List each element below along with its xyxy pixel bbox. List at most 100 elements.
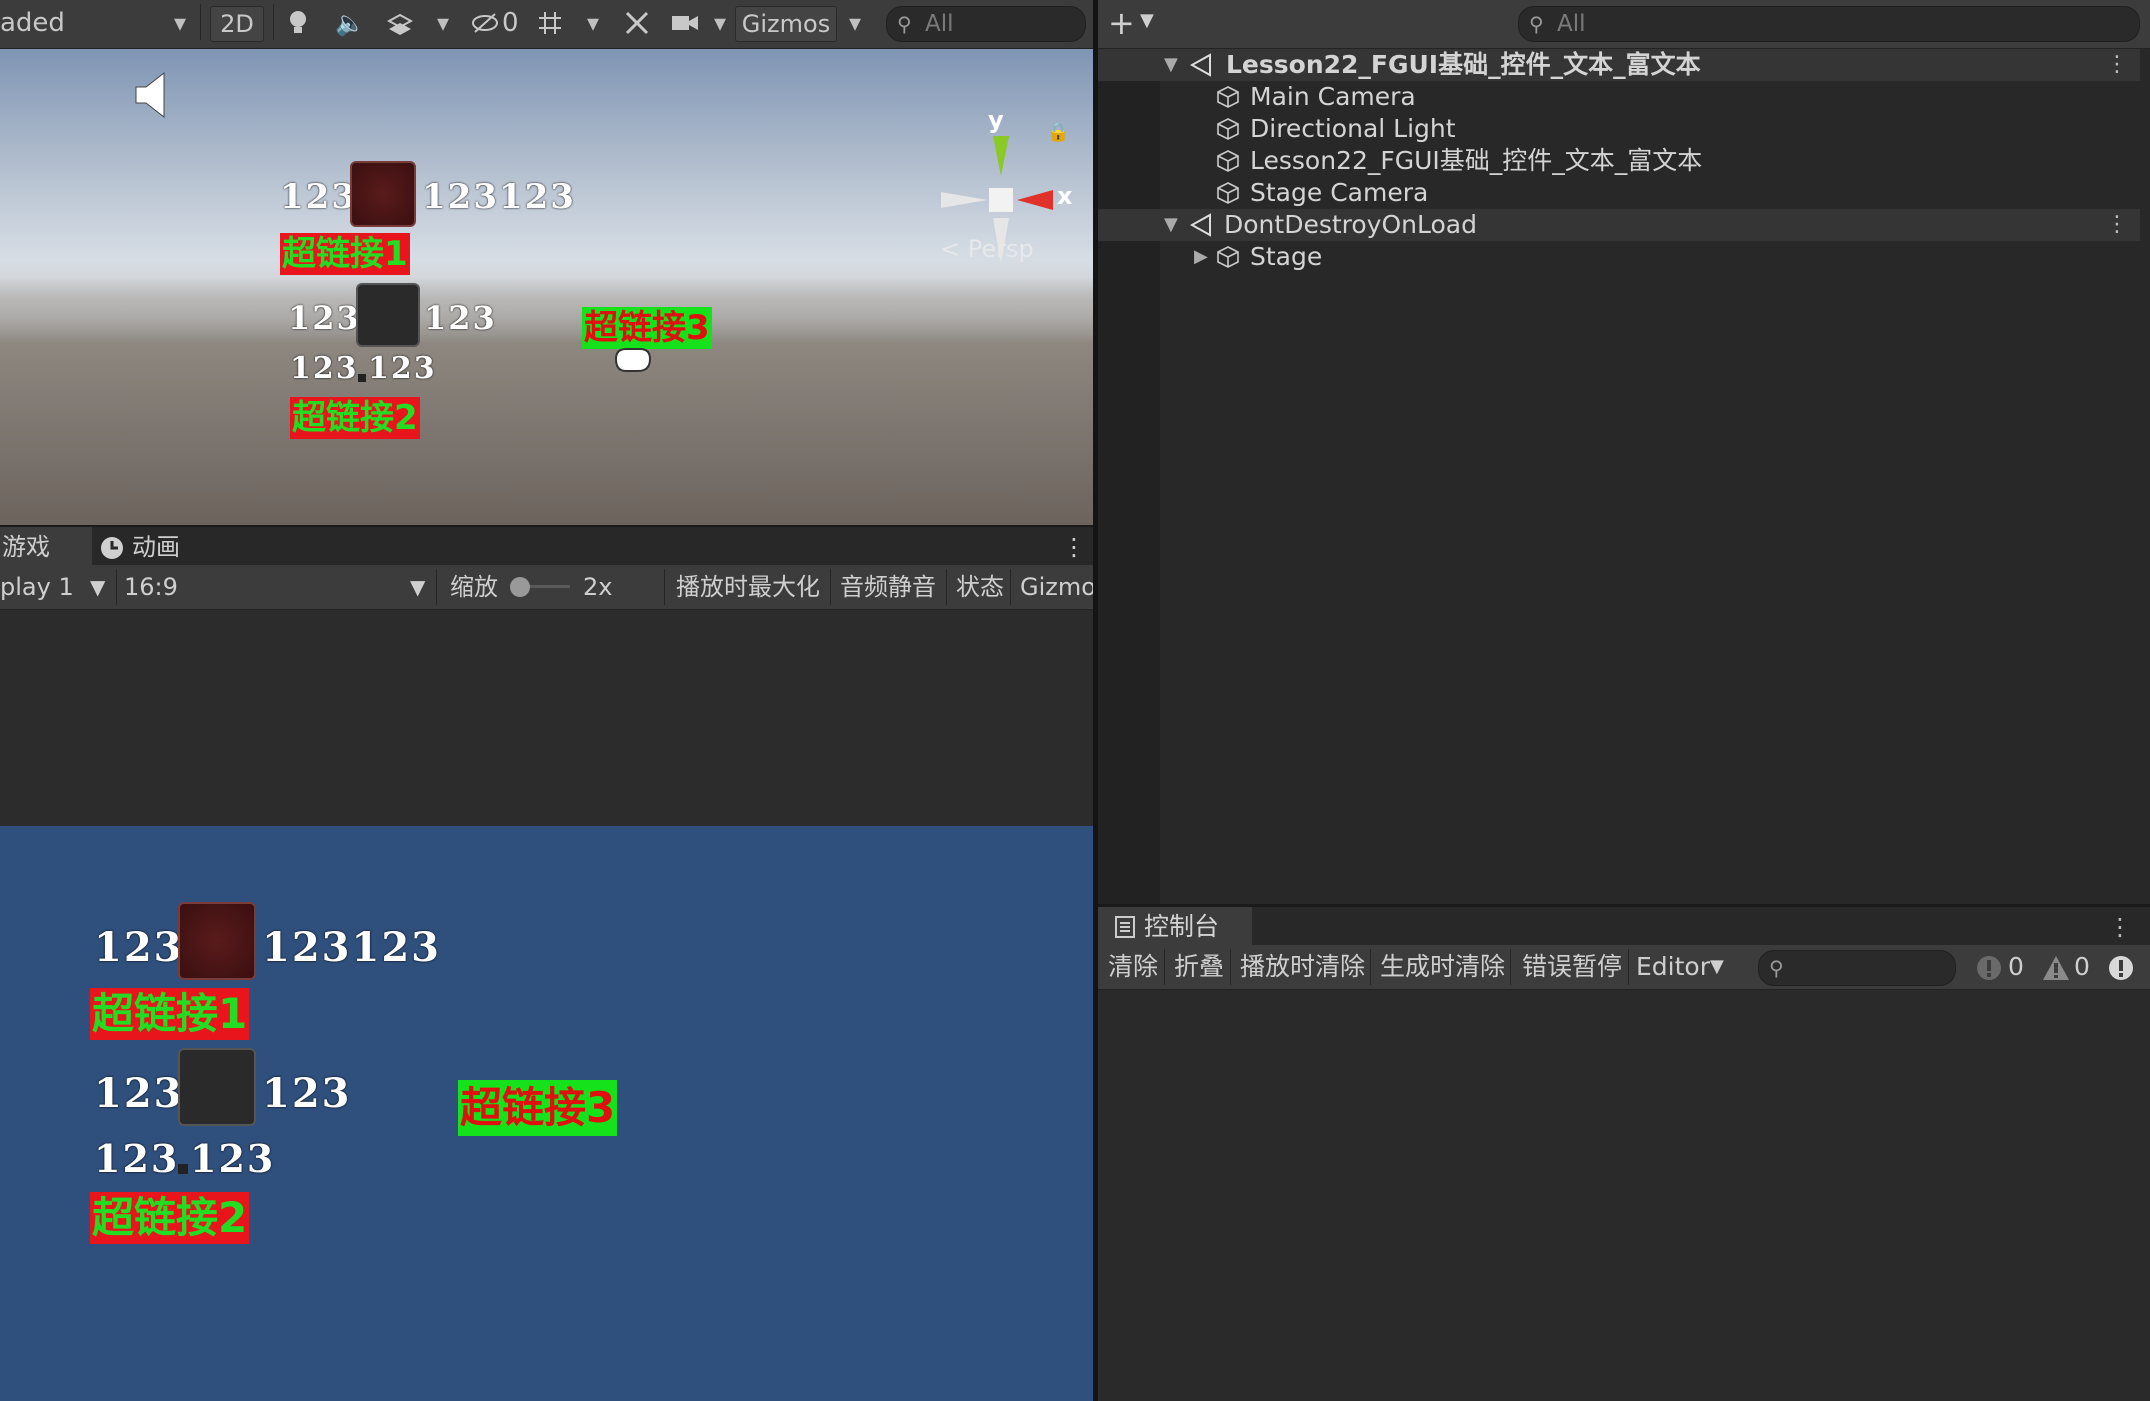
chevron-down-icon[interactable]: ▼ — [1710, 945, 1724, 989]
divider — [664, 569, 665, 605]
tab-console[interactable]: 控制台 — [1098, 907, 1252, 947]
gizmo-x-label: x — [1057, 182, 1073, 210]
rich-text-tiny-image — [358, 374, 366, 382]
clear-on-play-toggle[interactable]: 播放时清除 — [1240, 945, 1365, 989]
hierarchy-item[interactable]: ▶ Stage — [1098, 241, 2140, 273]
warning-count: 0 — [2074, 952, 2090, 981]
expand-arrow-icon[interactable]: ▼ — [1164, 49, 1178, 81]
tab-game[interactable]: 游戏 — [0, 527, 92, 567]
2d-toggle-button[interactable]: 2D — [210, 6, 264, 42]
hierarchy-item[interactable]: Lesson22_FGUI基础_控件_文本_富文本 — [1098, 145, 2140, 177]
hierarchy-item[interactable]: Directional Light — [1098, 113, 2140, 145]
scale-label: 缩放 — [450, 573, 498, 601]
hierarchy-item-label: DontDestroyOnLoad — [1224, 210, 1477, 239]
hierarchy-scene-row[interactable]: ▼ DontDestroyOnLoad ⋮ — [1098, 209, 2140, 241]
grid-icon[interactable] — [535, 8, 565, 38]
info-icon[interactable] — [2108, 955, 2134, 987]
game-letterbox — [0, 610, 1093, 826]
rich-text-image-red — [350, 161, 416, 227]
chevron-down-icon[interactable]: ▾ — [428, 8, 458, 38]
hierarchy-scene-row[interactable]: ▼ Lesson22_FGUI基础_控件_文本_富文本 ⋮ — [1098, 49, 2140, 81]
chevron-down-icon[interactable]: ▾ — [578, 8, 608, 38]
chevron-down-icon[interactable]: ▼ — [90, 565, 105, 609]
hierarchy-item-label: Lesson22_FGUI基础_控件_文本_富文本 — [1250, 146, 1703, 175]
clock-icon — [100, 536, 124, 566]
aspect-dropdown[interactable]: 16:9 — [124, 565, 178, 609]
scale-slider-handle[interactable] — [510, 577, 530, 597]
divider — [1010, 569, 1011, 605]
collapse-arrow-icon[interactable]: ▶ — [1194, 241, 1208, 273]
scene-search-input[interactable]: ⚲ All — [886, 6, 1086, 42]
stats-toggle[interactable]: 状态 — [956, 565, 1004, 609]
add-icon[interactable]: + — [1108, 6, 1135, 40]
divider — [1370, 949, 1371, 985]
divider — [200, 4, 201, 40]
rich-text-number: 123 — [280, 177, 357, 217]
divider — [1230, 949, 1231, 985]
search-icon: ⚲ — [897, 12, 912, 36]
collapse-toggle[interactable]: 折叠 — [1174, 945, 1224, 989]
gameobject-cube-icon — [1216, 149, 1240, 173]
hyperlink-1[interactable]: 超链接1 — [280, 233, 410, 275]
persp-label[interactable]: < Persp — [940, 235, 1034, 263]
hand-cursor-icon — [610, 341, 654, 381]
effects-icon[interactable] — [385, 8, 415, 38]
hyperlink-3[interactable]: 超链接3 — [458, 1080, 618, 1136]
hierarchy-item-label: Stage — [1250, 242, 1323, 271]
clear-on-build-toggle[interactable]: 生成时清除 — [1380, 945, 1505, 989]
gizmos-button[interactable]: Gizmos — [735, 6, 837, 42]
lightbulb-icon[interactable] — [283, 8, 313, 38]
more-options-icon[interactable]: ⋮ — [2106, 209, 2128, 241]
rich-text-image-red — [178, 902, 256, 980]
search-placeholder: All — [925, 11, 954, 37]
game-tab-bar: 游戏 动画 ⋮ — [0, 525, 1093, 567]
more-options-icon[interactable]: ⋮ — [2106, 49, 2128, 81]
more-options-icon[interactable]: ⋮ — [1062, 527, 1086, 567]
camera-icon[interactable] — [670, 8, 700, 38]
hidden-objects-icon[interactable] — [470, 8, 500, 38]
rich-text-number: 123 — [190, 1136, 276, 1181]
chevron-down-icon[interactable]: ▾ — [705, 8, 735, 38]
tab-animation[interactable]: 动画 — [132, 527, 180, 567]
scene-toolbar: aded ▾ 2D 🔈 ▾ 0 ▾ ▾ Gizmos ▾ ⚲ All — [0, 0, 1093, 49]
chevron-down-icon[interactable]: ▼ — [1140, 10, 1154, 31]
gameobject-cube-icon — [1216, 181, 1240, 205]
more-options-icon[interactable]: ⋮ — [2108, 907, 2132, 947]
game-view[interactable]: 123 123123 超链接1 123 123 123 123 超链接2 超链接… — [0, 826, 1093, 1401]
rich-text-number: 123 — [288, 299, 361, 337]
divider — [1164, 949, 1165, 985]
hyperlink-1[interactable]: 超链接1 — [90, 988, 250, 1040]
chevron-down-icon[interactable]: ▾ — [840, 8, 870, 38]
error-icon[interactable] — [1976, 955, 2002, 987]
lock-icon[interactable]: 🔒 — [1047, 122, 1069, 143]
rich-text-number: 123 — [94, 1070, 184, 1117]
display-dropdown[interactable]: play 1 — [0, 565, 74, 609]
audio-source-icon — [134, 71, 170, 125]
console-search-input[interactable]: ⚲ — [1758, 950, 1956, 986]
warning-icon[interactable] — [2042, 955, 2070, 987]
chevron-down-icon[interactable]: ▼ — [410, 565, 425, 609]
tools-icon[interactable] — [622, 8, 652, 38]
hierarchy-item[interactable]: Stage Camera — [1098, 177, 2140, 209]
rich-text-number: 123123 — [262, 924, 441, 971]
clear-button[interactable]: 清除 — [1108, 945, 1158, 989]
hierarchy-item[interactable]: Main Camera — [1098, 81, 2140, 113]
maximize-on-play-toggle[interactable]: 播放时最大化 — [676, 565, 820, 609]
shading-mode-dropdown[interactable]: aded — [0, 6, 65, 40]
horizon-band — [0, 259, 1093, 329]
console-log-area[interactable] — [1098, 990, 2150, 1401]
hyperlink-2[interactable]: 超链接2 — [90, 1192, 250, 1244]
expand-arrow-icon[interactable]: ▼ — [1164, 209, 1178, 241]
error-count: 0 — [2008, 952, 2024, 981]
editor-dropdown[interactable]: Editor — [1636, 945, 1710, 989]
divider — [1510, 949, 1511, 985]
audio-icon[interactable]: 🔈 — [335, 8, 365, 38]
scene-view[interactable]: 123 123123 超链接1 123 123 123 123 超链接2 超链接… — [0, 49, 1093, 525]
hierarchy-search-input[interactable]: ⚲ All — [1518, 6, 2140, 42]
hyperlink-2[interactable]: 超链接2 — [290, 397, 420, 439]
error-pause-toggle[interactable]: 错误暂停 — [1522, 945, 1622, 989]
mute-audio-toggle[interactable]: 音频静音 — [840, 565, 936, 609]
chevron-down-icon[interactable]: ▾ — [165, 8, 195, 38]
console-icon — [1114, 915, 1136, 945]
gizmos-toggle[interactable]: Gizmo — [1020, 565, 1096, 609]
